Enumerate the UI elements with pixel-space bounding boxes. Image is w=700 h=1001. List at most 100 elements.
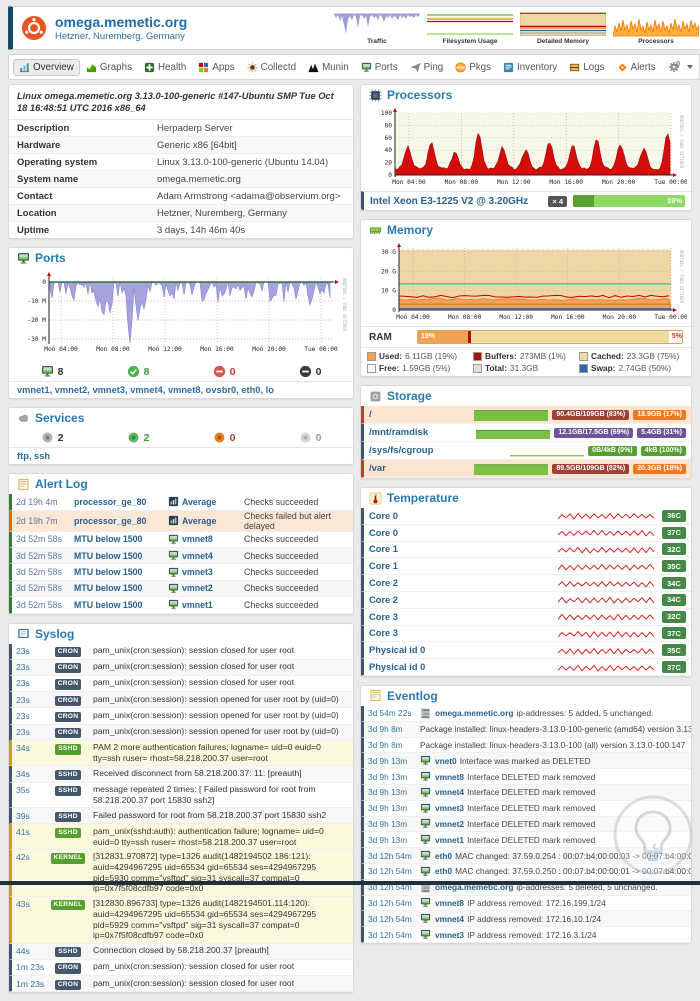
eventlog-row[interactable]: 3d 9h 8m Package installed: linux-header… xyxy=(361,722,691,738)
alert-name[interactable]: MTU below 1500 xyxy=(74,567,168,577)
syslog-row[interactable]: 34s SSHD PAM 2 more authentication failu… xyxy=(9,741,353,766)
event-entity[interactable]: eth0 xyxy=(435,866,452,876)
event-entity[interactable]: vmnet2 xyxy=(435,819,464,829)
sensor-name[interactable]: Core 2 xyxy=(369,578,558,588)
storage-section-title[interactable]: Storage xyxy=(361,386,691,406)
tab-health[interactable]: Health xyxy=(138,59,192,76)
minigraph-traffic[interactable]: Traffic xyxy=(334,11,420,45)
sensor-name[interactable]: Core 3 xyxy=(369,612,558,622)
syslog-row[interactable]: 39s SSHD Failed password for root from 5… xyxy=(9,808,353,824)
eventlog-row[interactable]: 3d 12h 54m vmnet3 IP address removed: 17… xyxy=(361,927,691,943)
storage-row[interactable]: / 90.4GB/109GB (83%) 18.9GB (17%) xyxy=(361,406,691,424)
eventlog-section-title[interactable]: Eventlog xyxy=(361,686,691,706)
minigraph-filesystem[interactable]: Filesystem Usage xyxy=(427,11,513,45)
sensor-name[interactable]: Physical id 0 xyxy=(369,662,558,672)
temperature-row[interactable]: Core 1 35C xyxy=(361,558,691,575)
device-hostname[interactable]: omega.memetic.org xyxy=(55,14,187,30)
event-entity[interactable]: vmnet8 xyxy=(435,898,464,908)
memory-section-title[interactable]: Memory xyxy=(361,220,691,240)
event-entity[interactable]: vmnet3 xyxy=(435,930,464,940)
alertlog-row[interactable]: 2d 19h 7m processor_ge_80 Average Checks… xyxy=(9,511,353,532)
memory-graph[interactable]: 010 G20 G30 GMon 04:00Mon 08:00Mon 12:00… xyxy=(365,242,687,326)
alertlog-row[interactable]: 3d 52m 58s MTU below 1500 vmnet4 Checks … xyxy=(9,548,353,564)
eventlog-row[interactable]: 3d 12h 54m vmnet4 IP address removed: 17… xyxy=(361,911,691,927)
temperature-row[interactable]: Core 1 32C xyxy=(361,542,691,559)
syslog-row[interactable]: 1m 23s CRON pam_unix(cron:session): sess… xyxy=(9,960,353,976)
eventlog-row[interactable]: 3d 12h 54m vmnet8 IP address removed: 17… xyxy=(361,896,691,912)
alert-entity[interactable]: Average xyxy=(182,516,216,526)
port-link[interactable]: vmnet3 xyxy=(92,385,125,395)
minigraph-processors[interactable]: Processors xyxy=(613,11,699,45)
syslog-row[interactable]: 23s CRON pam_unix(cron:session): session… xyxy=(9,708,353,724)
event-entity[interactable]: eth0 xyxy=(435,851,452,861)
sensor-name[interactable]: Core 0 xyxy=(369,511,558,521)
processors-graph[interactable]: 020406080100Mon 04:00Mon 08:00Mon 12:00M… xyxy=(365,107,687,191)
event-entity[interactable]: vmnet1 xyxy=(435,835,464,845)
syslog-row[interactable]: 34s SSHD Received disconnect from 58.218… xyxy=(9,766,353,782)
processors-section-title[interactable]: Processors xyxy=(361,85,691,105)
alertlog-section-title[interactable]: Alert Log xyxy=(9,474,353,494)
sensor-name[interactable]: Core 0 xyxy=(369,528,558,538)
device-location[interactable]: Hetzner, Nuremberg, Germany xyxy=(55,31,187,42)
tab-graphs[interactable]: Graphs xyxy=(80,59,138,76)
temperature-row[interactable]: Physical id 0 35C xyxy=(361,642,691,659)
storage-mount-path[interactable]: /mnt/ramdisk xyxy=(369,427,472,438)
tab-inventory[interactable]: Inventory xyxy=(497,59,563,76)
port-link[interactable]: vmnet2 xyxy=(55,385,88,395)
storage-row[interactable]: /mnt/ramdisk 12.1GB/17.5GB (69%) 5.4GB (… xyxy=(361,424,691,442)
storage-mount-path[interactable]: /var xyxy=(369,463,470,474)
tab-munin[interactable]: Munin xyxy=(302,59,355,76)
eventlog-row[interactable]: 3d 54m 22s omega.memetic.org ip-addresse… xyxy=(361,706,691,722)
event-entity[interactable]: vmnet4 xyxy=(435,914,464,924)
syslog-row[interactable]: 1m 23s CRON pam_unix(cron:session): sess… xyxy=(9,976,353,992)
alert-name[interactable]: MTU below 1500 xyxy=(74,551,168,561)
sensor-name[interactable]: Core 2 xyxy=(369,595,558,605)
port-link[interactable]: ovsbr0 xyxy=(206,385,237,395)
eventlog-row[interactable]: 3d 9h 13m vmnet8 Interface DELETED mark … xyxy=(361,769,691,785)
ports-graph[interactable]: 0-10 M-20 M-30 MMon 04:00Mon 08:00Mon 12… xyxy=(13,270,349,362)
alert-entity[interactable]: Average xyxy=(182,497,216,507)
alert-name[interactable]: processor_ge_80 xyxy=(74,497,168,507)
alertlog-row[interactable]: 3d 52m 58s MTU below 1500 vmnet1 Checks … xyxy=(9,597,353,613)
settings-menu[interactable]: 0 xyxy=(668,61,695,73)
sensor-name[interactable]: Core 1 xyxy=(369,544,558,554)
syslog-row[interactable]: 23s CRON pam_unix(cron:session): session… xyxy=(9,692,353,708)
cpu-row[interactable]: Intel Xeon E3-1225 V2 @ 3.20GHz × 4 19% xyxy=(361,191,691,210)
sensor-name[interactable]: Core 3 xyxy=(369,628,558,638)
alert-name[interactable]: MTU below 1500 xyxy=(74,583,168,593)
service-link[interactable]: ssh xyxy=(34,451,50,461)
sensor-name[interactable]: Core 1 xyxy=(369,561,558,571)
ports-section-title[interactable]: Ports xyxy=(9,248,353,268)
chevron-down-icon[interactable] xyxy=(687,65,693,69)
tab-logs[interactable]: Logs xyxy=(563,59,610,76)
alert-name[interactable]: MTU below 1500 xyxy=(74,534,168,544)
syslog-row[interactable]: 42s KERNEL [312831.970872] type=1326 aud… xyxy=(9,850,353,897)
storage-row[interactable]: /sys/fs/cgroup 0B/4kB (0%) 4kB (100%) xyxy=(361,442,691,460)
port-link[interactable]: vmnet4 xyxy=(130,385,163,395)
syslog-row[interactable]: 44s SSHD Connection closed by 58.218.200… xyxy=(9,944,353,960)
service-link[interactable]: ftp xyxy=(17,451,29,461)
syslog-section-title[interactable]: Syslog xyxy=(9,624,353,644)
eventlog-row[interactable]: 3d 9h 8m Package installed: linux-header… xyxy=(361,738,691,754)
syslog-row[interactable]: 23s CRON pam_unix(cron:session): session… xyxy=(9,676,353,692)
port-link[interactable]: lo xyxy=(266,385,274,395)
sensor-name[interactable]: Physical id 0 xyxy=(369,645,558,655)
alert-entity[interactable]: vmnet4 xyxy=(182,551,213,561)
alert-entity[interactable]: vmnet2 xyxy=(182,583,213,593)
port-link[interactable]: vmnet1 xyxy=(17,385,50,395)
services-section-title[interactable]: Services xyxy=(9,408,353,428)
alert-name[interactable]: processor_ge_80 xyxy=(74,516,168,526)
syslog-row[interactable]: 43s KERNEL [312830.896733] type=1326 aud… xyxy=(9,897,353,944)
tab-overview[interactable]: Overview xyxy=(13,59,80,76)
event-entity[interactable]: vnet0 xyxy=(435,756,457,766)
temperature-row[interactable]: Core 3 32C xyxy=(361,609,691,626)
eventlog-row[interactable]: 3d 9h 13m vnet0 Interface was marked as … xyxy=(361,753,691,769)
temperature-row[interactable]: Core 0 37C xyxy=(361,525,691,542)
temperature-row[interactable]: Core 2 34C xyxy=(361,592,691,609)
temperature-section-title[interactable]: Temperature xyxy=(361,488,691,508)
alertlog-row[interactable]: 3d 52m 58s MTU below 1500 vmnet8 Checks … xyxy=(9,532,353,548)
tab-ports[interactable]: Ports xyxy=(355,59,404,76)
minigraph-detailed-memory[interactable]: Detailed Memory xyxy=(520,11,606,45)
temperature-row[interactable]: Physical id 0 37C xyxy=(361,659,691,676)
alertlog-row[interactable]: 3d 52m 58s MTU below 1500 vmnet3 Checks … xyxy=(9,564,353,580)
